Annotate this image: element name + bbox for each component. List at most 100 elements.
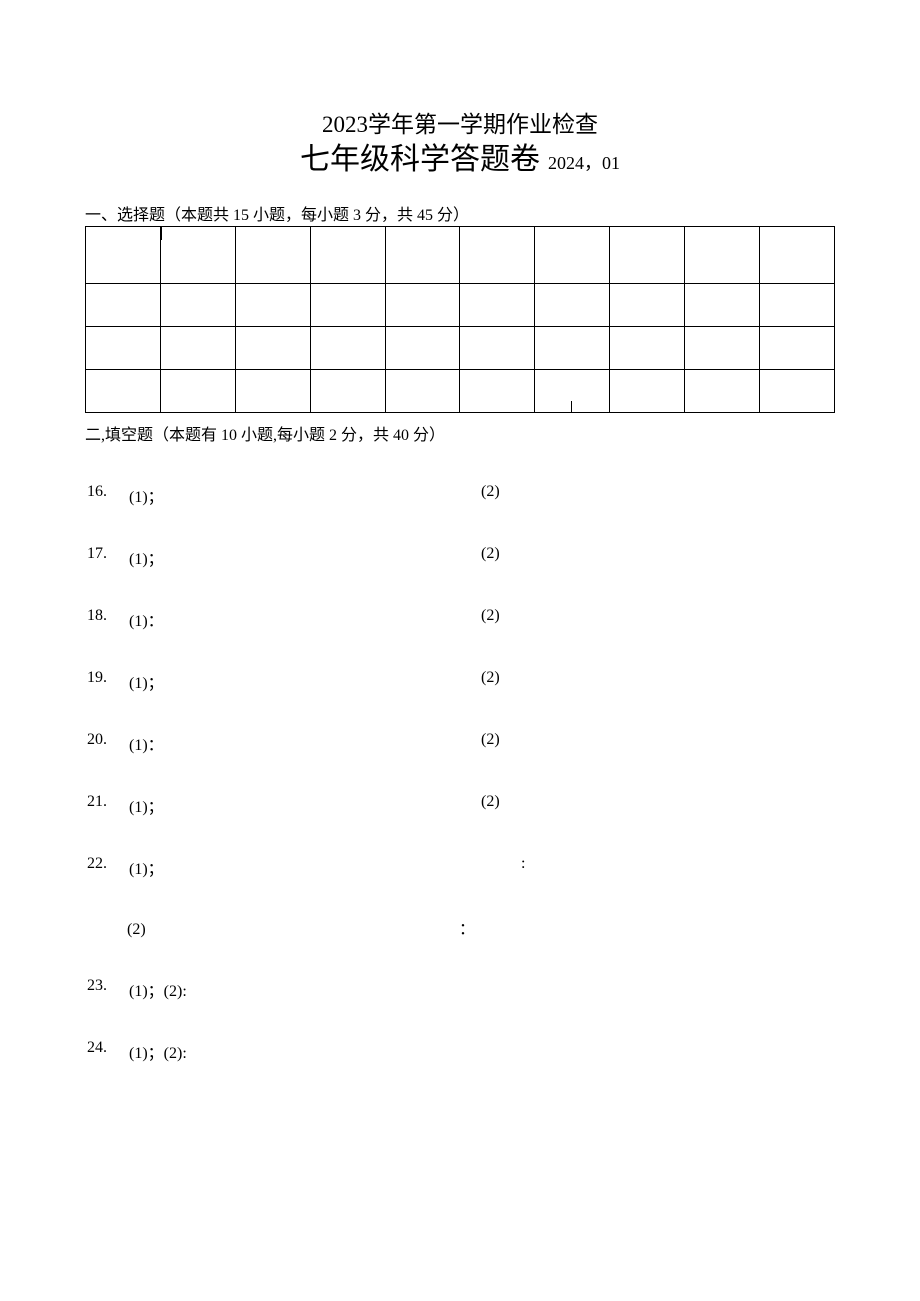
- part-label: (2): [481, 793, 500, 810]
- question-number: 20.: [85, 731, 129, 755]
- question-part-1[interactable]: (1)：: [129, 607, 481, 631]
- mc-cell[interactable]: [235, 369, 310, 412]
- question-number: 22.: [85, 855, 129, 879]
- mc-cell[interactable]: [610, 369, 685, 412]
- mc-cell[interactable]: [685, 326, 760, 369]
- mc-cell[interactable]: [235, 326, 310, 369]
- question-part-1[interactable]: (1)：: [129, 731, 481, 755]
- question-part-2[interactable]: (2): [127, 921, 455, 939]
- question-part-2[interactable]: (2): [481, 483, 500, 507]
- mc-cell[interactable]: [460, 369, 535, 412]
- part-label: (1): [129, 1045, 148, 1062]
- question-part-2[interactable]: (2): [481, 545, 500, 569]
- mc-cell[interactable]: [760, 226, 835, 283]
- part-label: (1): [129, 551, 148, 568]
- title-line-2-wrap: 七年级科学答题卷 2024，01: [85, 140, 835, 179]
- question-number: 21.: [85, 793, 129, 817]
- question-part-2[interactable]: (2): [481, 669, 500, 693]
- mc-cell[interactable]: [760, 283, 835, 326]
- part-label: (2): [481, 669, 500, 686]
- question-row-22: 22. (1)； :: [85, 855, 835, 879]
- mc-cell[interactable]: [385, 226, 460, 283]
- question-part-1[interactable]: (1)；: [129, 669, 481, 693]
- mc-cell[interactable]: [760, 326, 835, 369]
- question-row-16: 16. (1)； (2): [85, 483, 835, 507]
- part-label: (1): [129, 799, 148, 816]
- mc-cell[interactable]: [86, 326, 161, 369]
- mc-cell[interactable]: [385, 283, 460, 326]
- title-line1-rest: 学年第一学期作业检查: [368, 112, 598, 137]
- question-part-1[interactable]: (1)；: [129, 483, 481, 507]
- mc-cell[interactable]: [685, 283, 760, 326]
- mc-cell[interactable]: [86, 283, 161, 326]
- question-row-19: 19. (1)； (2): [85, 669, 835, 693]
- part-label: (2): [481, 607, 500, 624]
- section1-heading: 一、选择题（本题共 15 小题，每小题 3 分，共 45 分）: [85, 201, 835, 225]
- mc-cell[interactable]: [310, 283, 385, 326]
- question-part-trail[interactable]: :: [521, 855, 525, 879]
- part-punct: ；: [148, 489, 164, 506]
- question-row-18: 18. (1)： (2): [85, 607, 835, 631]
- mc-cell[interactable]: [685, 369, 760, 412]
- question-part-2[interactable]: (2): [481, 793, 500, 817]
- question-row-24: 24. (1)；(2):: [85, 1039, 835, 1063]
- question-number: 24.: [85, 1039, 129, 1063]
- question-part-1[interactable]: (1)；: [129, 793, 481, 817]
- mc-cell[interactable]: [460, 226, 535, 283]
- question-number: 23.: [85, 977, 129, 1001]
- question-parts[interactable]: (1)；(2):: [129, 977, 187, 1001]
- mc-cell[interactable]: [235, 283, 310, 326]
- mc-cell[interactable]: [535, 283, 610, 326]
- question-part-1[interactable]: (1)；: [129, 855, 521, 879]
- mc-cell[interactable]: [760, 369, 835, 412]
- title-year: 2023: [322, 112, 368, 137]
- part-label: (1): [129, 489, 148, 506]
- mc-cell[interactable]: [310, 369, 385, 412]
- mc-cell[interactable]: [160, 369, 235, 412]
- part-punct: ；: [148, 1045, 164, 1062]
- mc-cell[interactable]: [685, 226, 760, 283]
- question-parts[interactable]: (1)；(2):: [129, 1039, 187, 1063]
- mc-cell[interactable]: [310, 226, 385, 283]
- title-date: 2024，01: [548, 153, 620, 173]
- mc-cell[interactable]: [160, 326, 235, 369]
- multiple-choice-grid: [85, 226, 835, 413]
- mc-cell[interactable]: [535, 326, 610, 369]
- part-label: (2): [127, 921, 146, 938]
- part-label: (2): [481, 731, 500, 748]
- question-part-2[interactable]: (2): [481, 731, 500, 755]
- part-label: (2): [481, 483, 500, 500]
- mc-cell[interactable]: [310, 326, 385, 369]
- mc-cell[interactable]: [235, 226, 310, 283]
- mc-cell[interactable]: [385, 369, 460, 412]
- mc-cell[interactable]: [610, 283, 685, 326]
- mc-cell[interactable]: [160, 226, 235, 283]
- question-row-17: 17. (1)； (2): [85, 545, 835, 569]
- mc-cell[interactable]: [460, 326, 535, 369]
- mc-cell[interactable]: [535, 369, 610, 412]
- question-part-trail[interactable]: ：: [459, 921, 475, 938]
- mc-cell[interactable]: [535, 226, 610, 283]
- question-row-22-sub: (2) ：: [127, 915, 835, 939]
- mc-cell[interactable]: [385, 326, 460, 369]
- mc-cell[interactable]: [160, 283, 235, 326]
- mc-cell[interactable]: [610, 326, 685, 369]
- fill-in-block: 16. (1)； (2) 17. (1)； (2) 18. (1)： (2) 1…: [85, 483, 835, 1063]
- part-label: (1): [129, 983, 148, 1000]
- part-punct: :: [182, 1045, 186, 1062]
- question-part-1[interactable]: (1)；: [129, 545, 481, 569]
- part-label: (2): [164, 1045, 183, 1062]
- question-number: 16.: [85, 483, 129, 507]
- question-part-2[interactable]: (2): [481, 607, 500, 631]
- mc-cell[interactable]: [86, 369, 161, 412]
- part-label: (1): [129, 613, 148, 630]
- part-label: (2): [164, 983, 183, 1000]
- title-date-sep: ，: [584, 153, 602, 173]
- question-row-21: 21. (1)； (2): [85, 793, 835, 817]
- mc-cell[interactable]: [610, 226, 685, 283]
- part-punct: ；: [148, 675, 164, 692]
- mc-cell[interactable]: [86, 226, 161, 283]
- mc-cell[interactable]: [460, 283, 535, 326]
- part-punct: :: [182, 983, 186, 1000]
- part-label: (1): [129, 675, 148, 692]
